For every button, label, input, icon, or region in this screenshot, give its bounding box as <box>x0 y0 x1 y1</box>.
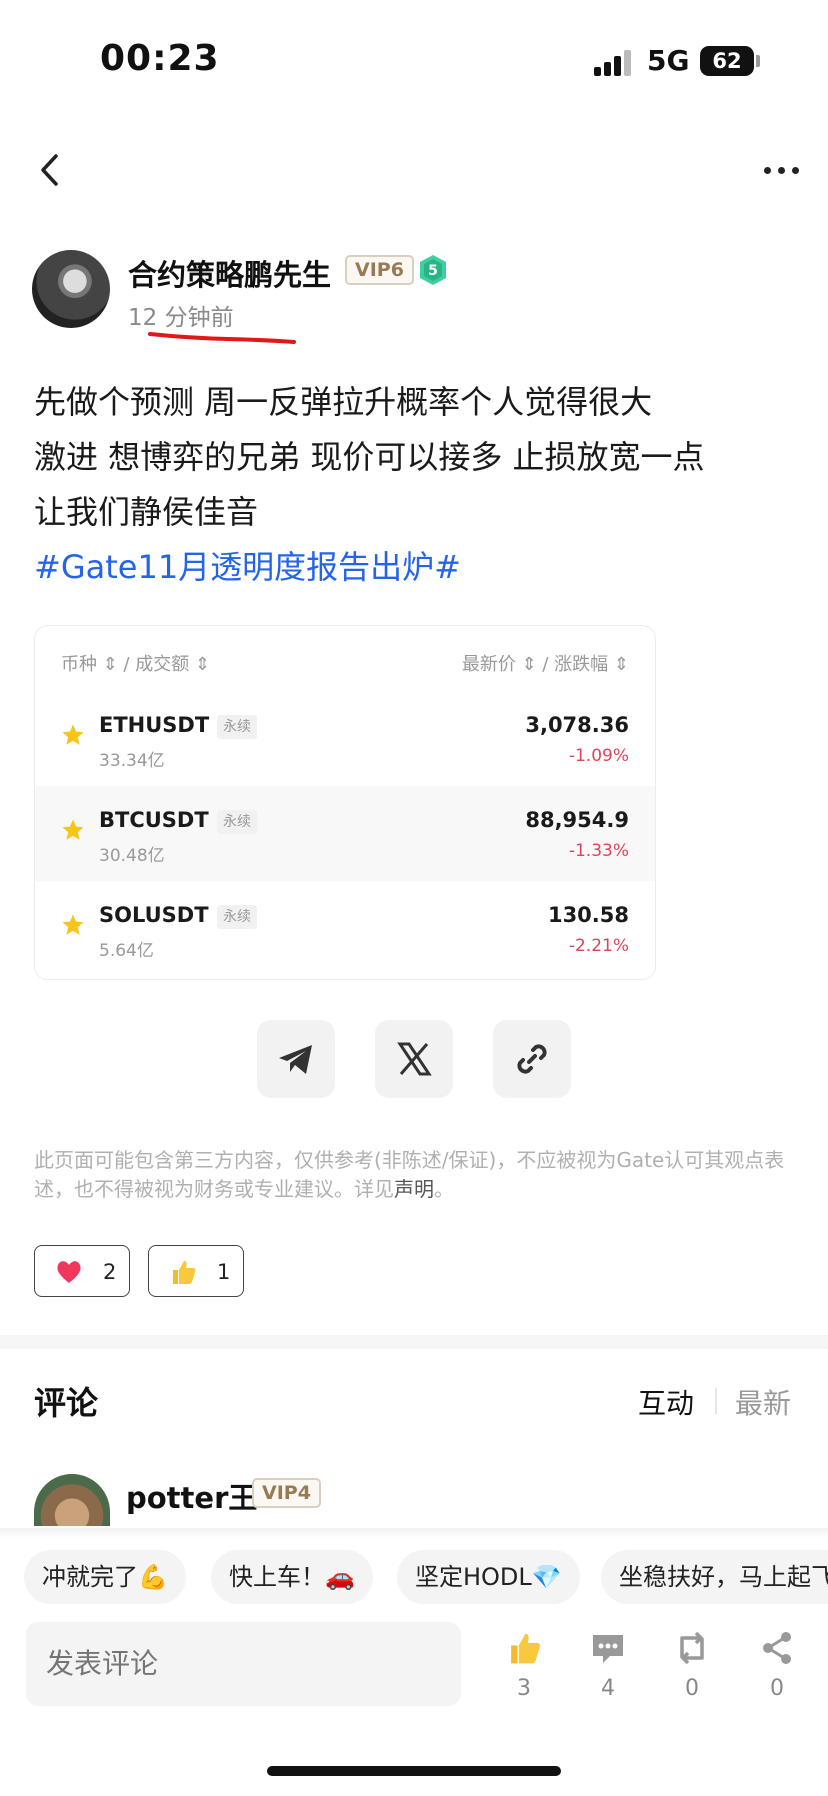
heart-icon <box>57 1261 81 1283</box>
battery-tip <box>756 55 760 67</box>
market-volume: 33.34亿 <box>99 751 165 771</box>
market-change: -2.21% <box>568 936 629 956</box>
more-options-button[interactable] <box>760 155 804 185</box>
thumbs-up-icon <box>173 1261 196 1284</box>
section-divider <box>0 1335 828 1349</box>
red-underline-annotation <box>148 332 296 344</box>
market-row[interactable]: ETHUSDT 永续 33.34亿 3,078.36 -1.09% <box>35 691 655 786</box>
comments-title: 评论 <box>34 1384 99 1422</box>
repost-count: 0 <box>685 1676 699 1701</box>
market-row[interactable]: SOLUSDT 永续 5.64亿 130.58 -2.21% <box>35 881 655 976</box>
comment-bubble-icon <box>593 1635 623 1663</box>
market-volume: 30.48亿 <box>99 846 165 866</box>
chevron-left-icon <box>41 154 58 186</box>
share-count: 0 <box>770 1676 784 1701</box>
commenter-vip-badge: VIP4 <box>252 1478 321 1508</box>
repost-icon <box>680 1631 704 1665</box>
comment-input[interactable] <box>26 1622 461 1706</box>
hashtag-link[interactable]: #Gate11月透明度报告出炉# <box>34 540 804 595</box>
thumb-reaction-button[interactable]: 1 <box>148 1245 244 1297</box>
perpetual-tag: 永续 <box>217 810 257 834</box>
market-change: -1.09% <box>568 746 629 766</box>
perpetual-tag: 永续 <box>217 715 257 739</box>
comment-action-button[interactable]: 4 <box>578 1630 638 1710</box>
tab-interact[interactable]: 互动 <box>638 1382 694 1422</box>
post-line: 让我们静侯佳音 <box>34 493 259 531</box>
market-header: 币种 ⇕ / 成交额 ⇕ 最新价 ⇕ / 涨跌幅 ⇕ <box>35 626 655 691</box>
market-symbol: BTCUSDT <box>99 808 209 832</box>
status-time: 00:23 <box>100 38 220 79</box>
market-symbol: ETHUSDT <box>99 713 210 737</box>
level-badge-icon: 5 <box>420 255 446 285</box>
link-icon <box>517 1044 547 1074</box>
thumbs-up-icon <box>511 1633 540 1664</box>
post-line: 先做个预测 周一反弹拉升概率个人觉得很大 <box>34 383 653 421</box>
market-price: 88,954.9 <box>525 808 629 832</box>
market-price: 3,078.36 <box>525 713 629 737</box>
disclaimer: 此页面可能包含第三方内容，仅供参考(非陈述/保证)，不应被视为Gate认可其观点… <box>34 1146 804 1204</box>
comment-count: 4 <box>601 1676 615 1701</box>
quick-reply-chip[interactable]: 快上车！🚗 <box>211 1550 373 1604</box>
disclaimer-link[interactable]: 声明 <box>394 1177 434 1201</box>
star-icon[interactable] <box>61 723 85 747</box>
quick-reply-chip[interactable]: 坚定HODL💎 <box>397 1550 580 1604</box>
disclaimer-end: 。 <box>434 1177 454 1201</box>
vip-badge: VIP6 <box>345 255 414 285</box>
tab-separator <box>715 1388 717 1414</box>
tab-latest[interactable]: 最新 <box>735 1382 791 1422</box>
share-x-button[interactable] <box>375 1020 453 1098</box>
heart-reaction-button[interactable]: 2 <box>34 1245 130 1297</box>
market-symbol: SOLUSDT <box>99 903 209 927</box>
sort-symbol-volume[interactable]: 币种 ⇕ / 成交额 ⇕ <box>61 650 210 676</box>
commenter-name[interactable]: potter王 <box>126 1475 257 1517</box>
signal-icon <box>594 50 634 76</box>
share-action-button[interactable]: 0 <box>747 1630 807 1710</box>
comment-fade <box>0 1528 828 1538</box>
market-change: -1.33% <box>568 841 629 861</box>
commenter-avatar[interactable] <box>34 1474 110 1526</box>
level-number: 5 <box>428 263 438 279</box>
market-price: 130.58 <box>547 903 629 927</box>
market-card: 币种 ⇕ / 成交额 ⇕ 最新价 ⇕ / 涨跌幅 ⇕ ETHUSDT 永续 33… <box>34 625 656 980</box>
market-volume: 5.64亿 <box>99 941 154 961</box>
heart-count: 2 <box>103 1260 117 1284</box>
post-time: 12 分钟前 <box>128 305 234 331</box>
back-button[interactable] <box>30 150 70 190</box>
share-telegram-button[interactable] <box>257 1020 335 1098</box>
copy-link-button[interactable] <box>493 1020 571 1098</box>
battery-icon: 62 <box>700 46 754 76</box>
network-type: 5G <box>647 44 690 77</box>
author-avatar[interactable] <box>32 250 110 328</box>
share-icon <box>763 1632 791 1664</box>
x-logo-icon <box>397 1042 432 1076</box>
status-bar: 00:23 5G 62 <box>0 0 828 120</box>
sort-price-change[interactable]: 最新价 ⇕ / 涨跌幅 ⇕ <box>462 650 629 676</box>
post-line: 激进 想博弈的兄弟 现价可以接多 止损放宽一点 <box>34 438 705 476</box>
quick-reply-chip[interactable]: 坐稳扶好，马上起飞 <box>601 1550 828 1604</box>
quick-reply-chip[interactable]: 冲就完了💪 <box>24 1550 186 1604</box>
thumb-count: 1 <box>217 1260 231 1284</box>
telegram-icon <box>279 1045 312 1074</box>
perpetual-tag: 永续 <box>217 905 257 929</box>
like-action-button[interactable]: 3 <box>494 1630 554 1710</box>
author-name[interactable]: 合约策略鹏先生 <box>128 252 331 294</box>
star-icon[interactable] <box>61 913 85 937</box>
like-count: 3 <box>517 1676 531 1701</box>
post-content: 先做个预测 周一反弹拉升概率个人觉得很大 激进 想博弈的兄弟 现价可以接多 止损… <box>34 375 804 595</box>
star-icon[interactable] <box>61 818 85 842</box>
home-indicator <box>267 1766 561 1776</box>
market-row[interactable]: BTCUSDT 永续 30.48亿 88,954.9 -1.33% <box>35 786 655 881</box>
repost-action-button[interactable]: 0 <box>662 1630 722 1710</box>
